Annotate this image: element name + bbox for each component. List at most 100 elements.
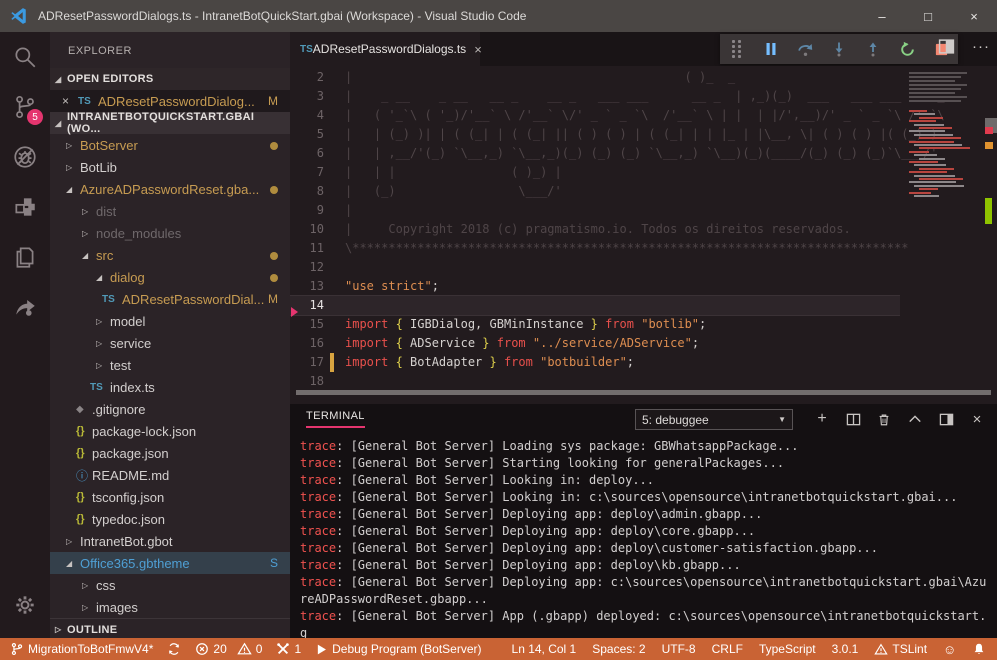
cursor-position[interactable]: Ln 14, Col 1 [512,642,577,656]
tree-item[interactable]: TSindex.ts [50,376,290,398]
tree-item[interactable]: ◢Office365.gbthemeS [50,552,290,574]
minimize-button[interactable]: – [859,0,905,32]
step-into-button[interactable] [830,40,848,58]
tools-status[interactable]: 1 [276,642,301,656]
ts-version-status[interactable]: 3.0.1 [832,642,859,656]
tree-item[interactable]: ▷BotLib [50,156,290,178]
split-editor-icon[interactable] [938,38,955,60]
code-text: | [345,201,352,220]
maximize-panel-icon[interactable] [907,411,923,427]
search-icon[interactable] [0,32,50,82]
share-arrow-icon[interactable] [0,282,50,332]
close-button[interactable]: × [951,0,997,32]
restart-button[interactable] [898,40,916,58]
line-number[interactable]: 15 [290,315,324,334]
line-number[interactable]: 17 [290,353,324,372]
tree-item[interactable]: ▷css [50,574,290,596]
terminal-output[interactable]: trace: [General Bot Server] Loading sys … [300,438,990,638]
sync-status[interactable] [167,642,181,656]
documents-icon[interactable] [0,232,50,282]
settings-gear-icon[interactable] [0,580,50,630]
tree-item[interactable]: ◢src [50,244,290,266]
tree-item[interactable]: ▷dist [50,200,290,222]
tree-item[interactable]: TSADResetPasswordDial...M [50,288,290,310]
code-line: 12 [290,258,900,277]
debug-status[interactable]: Debug Program (BotServer) [315,642,481,656]
move-panel-icon[interactable] [938,411,954,427]
terminal-select[interactable]: 5: debuggee ▼ [635,409,793,430]
tree-item[interactable]: ▷IntranetBot.gbot [50,530,290,552]
pause-button[interactable] [762,40,780,58]
sidebar-title: EXPLORER [50,32,290,68]
kill-terminal-icon[interactable] [876,411,892,427]
modified-dot [270,142,278,150]
source-control-icon[interactable]: 5 [0,82,50,132]
workspace-header[interactable]: ◢ INTRANETBOTQUICKSTART.GBAI (WO... [50,112,290,134]
feedback-smiley-icon[interactable]: ☺ [943,642,956,657]
tree-item[interactable]: ▷images [50,596,290,618]
new-terminal-icon[interactable]: + [814,411,830,427]
debug-icon[interactable] [0,132,50,182]
step-over-button[interactable] [796,40,814,58]
line-number[interactable]: 11 [290,239,324,258]
tree-item-label: ADResetPasswordDial... [122,292,264,307]
code-editor[interactable]: 2| ( )_ _3| _ __ _ __ __ _ __ _ ___ ___ … [290,66,997,404]
close-file-icon[interactable]: × [62,94,78,108]
line-number[interactable]: 6 [290,144,324,163]
status-bar-right: Ln 14, Col 1 Spaces: 2 UTF-8 CRLF TypeSc… [496,642,987,657]
tree-item[interactable]: ▷model [50,310,290,332]
tab-terminal[interactable]: TERMINAL [306,410,365,428]
tree-item[interactable]: {}tsconfig.json [50,486,290,508]
tree-item-label: images [96,600,138,615]
tree-item[interactable]: ◢AzureADPasswordReset.gba... [50,178,290,200]
line-number[interactable]: 10 [290,220,324,239]
line-number[interactable]: 7 [290,163,324,182]
extensions-icon[interactable] [0,182,50,232]
tree-item[interactable]: ▷node_modules [50,222,290,244]
terminal-line: trace: [General Bot Server] Deploying ap… [300,557,990,574]
problems-status[interactable]: 20 0 [195,642,262,656]
line-number[interactable]: 9 [290,201,324,220]
toolbar-drag-grip[interactable] [728,40,746,58]
line-number[interactable]: 8 [290,182,324,201]
minimap[interactable] [905,66,975,404]
indentation-status[interactable]: Spaces: 2 [592,642,645,656]
line-number[interactable]: 18 [290,372,324,391]
tree-item[interactable]: {}package.json [50,442,290,464]
language-status[interactable]: TypeScript [759,642,816,656]
encoding-status[interactable]: UTF-8 [662,642,696,656]
tree-item[interactable]: ▷BotServer [50,134,290,156]
line-number[interactable]: 3 [290,87,324,106]
line-number[interactable]: 5 [290,125,324,144]
tree-item[interactable]: ◆.gitignore [50,398,290,420]
line-number[interactable]: 2 [290,68,324,87]
tab-close-icon[interactable]: × [474,42,482,57]
open-editor-item[interactable]: × TS ADResetPasswordDialog... M [50,90,290,112]
close-panel-icon[interactable]: × [969,411,985,427]
tree-item[interactable]: ▷test [50,354,290,376]
tslint-status[interactable]: TSLint [874,642,927,656]
tree-item[interactable]: ▷service [50,332,290,354]
git-branch-status[interactable]: MigrationToBotFmwV4* [10,642,153,656]
play-icon [315,643,328,656]
line-number[interactable]: 12 [290,258,324,277]
tree-item[interactable]: ◢dialog [50,266,290,288]
tree-item[interactable]: {}package-lock.json [50,420,290,442]
tree-item-label: package-lock.json [92,424,196,439]
ruler-warning-mark [985,142,993,149]
step-out-button[interactable] [864,40,882,58]
tree-item[interactable]: {}typedoc.json [50,508,290,530]
eol-status[interactable]: CRLF [712,642,743,656]
maximize-button[interactable]: □ [905,0,951,32]
line-number[interactable]: 13 [290,277,324,296]
more-actions-icon[interactable]: ··· [972,38,990,55]
line-number[interactable]: 4 [290,106,324,125]
notifications-bell-icon[interactable] [972,642,986,656]
outline-header[interactable]: ▷ OUTLINE [50,618,290,638]
open-editors-header[interactable]: ◢ OPEN EDITORS [50,68,290,90]
tab-active-file[interactable]: TS ADResetPasswordDialogs.ts × [290,32,480,66]
split-terminal-icon[interactable] [845,411,861,427]
horizontal-scrollbar[interactable] [296,390,991,395]
tree-item[interactable]: ⓘREADME.md [50,464,290,486]
line-number[interactable]: 16 [290,334,324,353]
